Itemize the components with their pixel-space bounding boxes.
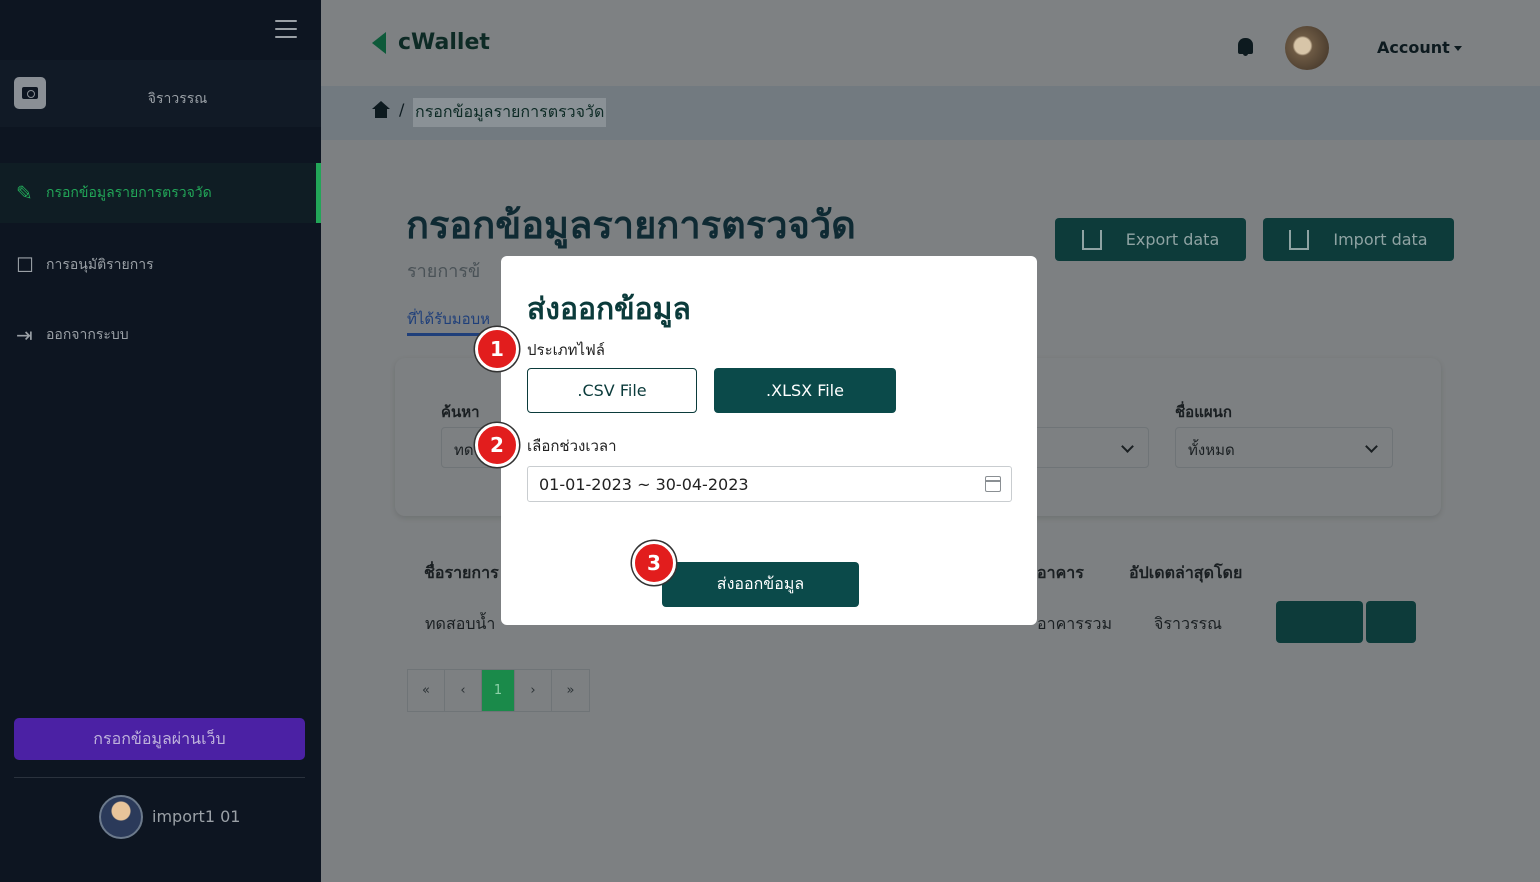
sidebar: จิราวรรณ ✎ กรอกข้อมูลรายการตรวจวัด ☐ การ… — [0, 0, 321, 882]
chevron-down-icon — [1365, 440, 1378, 453]
logout-icon: ⇥ — [16, 323, 33, 347]
file-type-label: ประเภทไฟล์ — [527, 341, 605, 359]
date-range-input[interactable]: 01-01-2023 ~ 30-04-2023 — [527, 466, 1012, 502]
pencil-icon: ✎ — [16, 181, 33, 205]
chart-button[interactable] — [1276, 601, 1363, 643]
department-value: ทั้งหมด — [1188, 441, 1235, 459]
top-header — [321, 0, 1540, 86]
tab-assigned[interactable]: ที่ได้รับมอบห — [407, 307, 491, 336]
export-modal: ส่งออกข้อมูล ประเภทไฟล์ .CSV File .XLSX … — [501, 256, 1037, 625]
department-label: ชื่อแผนก — [1175, 403, 1232, 421]
xlsx-file-button[interactable]: .XLSX File — [714, 368, 896, 413]
table-cell-building: อาคารรวม — [1037, 614, 1112, 633]
date-range-label: เลือกช่วงเวลา — [527, 437, 617, 455]
sidebar-item-label: กรอกข้อมูลรายการตรวจวัด — [46, 185, 212, 201]
breadcrumb-current[interactable]: กรอกข้อมูลรายการตรวจวัด — [413, 98, 607, 127]
sidebar-account-name: import1 01 — [152, 807, 241, 826]
import-data-label: Import data — [1333, 230, 1428, 249]
sidebar-item-measurement-entry[interactable]: ✎ กรอกข้อมูลรายการตรวจวัด — [0, 163, 321, 223]
date-range-value: 01-01-2023 ~ 30-04-2023 — [539, 474, 749, 494]
page-subtitle: รายการข้ — [407, 261, 481, 282]
camera-icon[interactable] — [14, 77, 46, 109]
sidebar-item-logout[interactable]: ⇥ ออกจากระบบ — [0, 305, 321, 365]
page-prev[interactable]: ‹ — [445, 670, 482, 711]
csv-file-button[interactable]: .CSV File — [527, 368, 697, 413]
download-icon — [1289, 229, 1310, 250]
step-badge-1: 1 — [475, 327, 519, 371]
sidebar-divider — [14, 777, 305, 778]
modal-export-button[interactable]: ส่งออกข้อมูล — [662, 562, 859, 607]
table-cell-name: ทดสอบน้ำ — [425, 614, 496, 633]
caret-down-icon — [1453, 46, 1462, 51]
avatar[interactable] — [1285, 26, 1329, 70]
table-header-updated-by: อัปเดตล่าสุดโดย — [1129, 563, 1243, 582]
modal-title: ส่งออกข้อมูล — [527, 292, 691, 327]
avatar[interactable] — [99, 795, 143, 839]
page-title: กรอกข้อมูลรายการตรวจวัด — [406, 203, 856, 247]
page-first[interactable]: « — [408, 670, 445, 711]
sidebar-item-label: การอนุมัติรายการ — [46, 257, 154, 273]
sidebar-item-approval[interactable]: ☐ การอนุมัติรายการ — [0, 235, 321, 295]
sidebar-user-box: จิราวรรณ — [0, 60, 321, 127]
chevron-down-icon — [1121, 440, 1134, 453]
table-header-building: อาคาร — [1037, 563, 1084, 582]
logo-mark-icon — [372, 31, 392, 54]
department-select[interactable]: ทั้งหมด — [1175, 427, 1393, 468]
logo[interactable]: cWallet — [372, 30, 490, 55]
hamburger-menu-icon[interactable] — [275, 20, 297, 38]
page-next[interactable]: › — [515, 670, 552, 711]
upload-icon — [1081, 229, 1102, 250]
bell-icon[interactable] — [1238, 38, 1253, 56]
web-entry-button[interactable]: กรอกข้อมูลผ่านเว็บ — [14, 718, 305, 760]
account-label: Account — [1377, 38, 1450, 57]
search-label: ค้นหา — [441, 403, 480, 421]
home-icon[interactable] — [372, 101, 390, 118]
import-data-button[interactable]: Import data — [1263, 218, 1454, 261]
step-badge-3: 3 — [632, 541, 676, 585]
sidebar-username: จิราวรรณ — [147, 91, 208, 107]
pagination: « ‹ 1 › » — [407, 669, 590, 712]
export-data-label: Export data — [1125, 230, 1220, 249]
sidebar-item-label: ออกจากระบบ — [46, 327, 129, 343]
table-header-name: ชื่อรายการ — [424, 563, 499, 582]
approval-icon: ☐ — [16, 253, 34, 277]
export-data-button[interactable]: Export data — [1055, 218, 1246, 261]
page-last[interactable]: » — [552, 670, 589, 711]
account-menu[interactable]: Account — [1377, 38, 1462, 57]
edit-button[interactable] — [1366, 601, 1416, 643]
table-cell-updated-by: จิราวรรณ — [1154, 614, 1222, 633]
calendar-icon[interactable] — [985, 476, 1001, 492]
page-current[interactable]: 1 — [482, 670, 515, 711]
logo-text: cWallet — [398, 30, 490, 55]
breadcrumb-separator: / — [399, 100, 405, 119]
search-value: ทด — [454, 441, 474, 459]
step-badge-2: 2 — [475, 423, 519, 467]
